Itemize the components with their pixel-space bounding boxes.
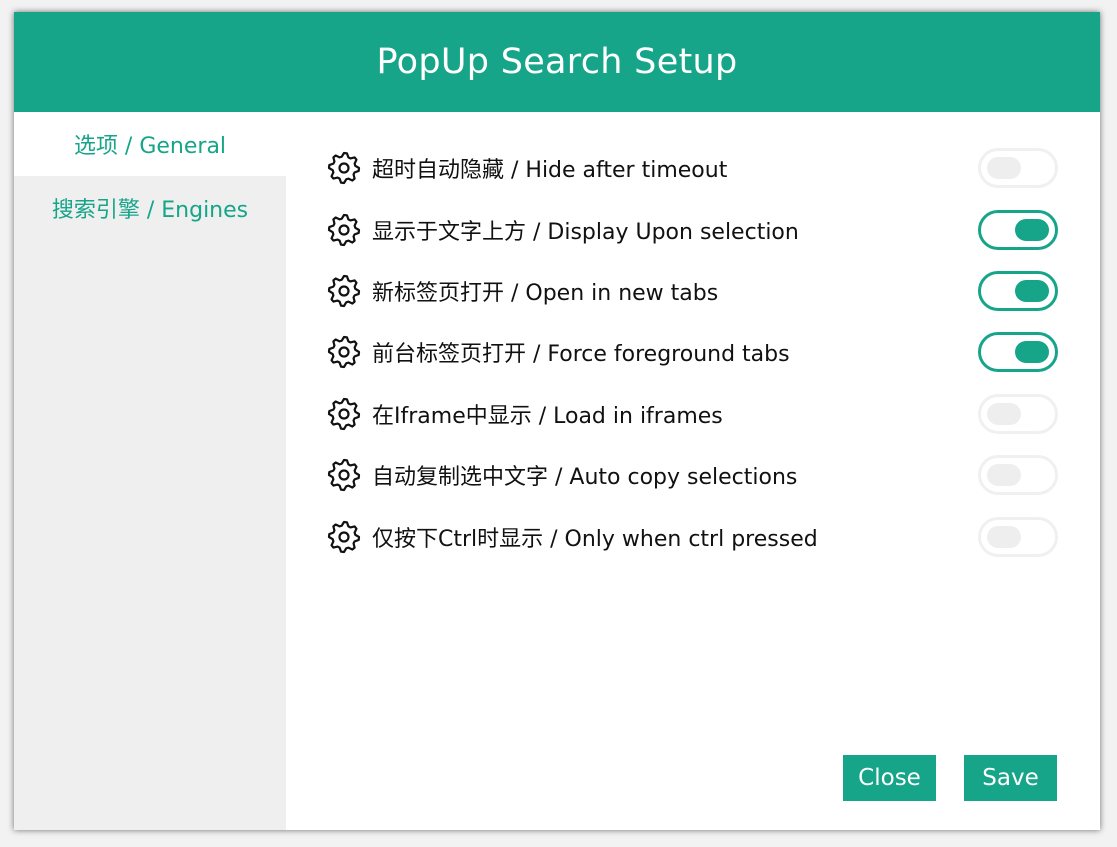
option-label: 在Iframe中显示 / Load in iframes (372, 404, 723, 429)
option-row-hide-after-timeout: 超时自动隐藏 / Hide after timeout (326, 146, 1058, 190)
gear-icon (326, 334, 362, 370)
sidebar-item-engines[interactable]: 搜索引擎 / Engines (14, 176, 286, 240)
toggle-hide-after-timeout[interactable] (978, 148, 1058, 188)
option-label: 仅按下Ctrl时显示 / Only when ctrl pressed (372, 527, 818, 552)
gear-icon (326, 150, 362, 186)
gear-icon (326, 273, 362, 309)
toggle-knob (1015, 219, 1049, 241)
option-row-force-foreground-tabs: 前台标签页打开 / Force foreground tabs (326, 330, 1058, 374)
toggle-knob (1015, 280, 1049, 302)
toggle-open-in-new-tabs[interactable] (978, 271, 1058, 311)
options-panel: 超时自动隐藏 / Hide after timeout 显示于文字上方 / Di… (286, 112, 1100, 830)
toggle-knob (987, 403, 1021, 425)
option-label: 超时自动隐藏 / Hide after timeout (372, 158, 728, 183)
toggle-knob (987, 464, 1021, 486)
gear-icon (326, 457, 362, 493)
gear-icon (326, 396, 362, 432)
save-button[interactable]: Save (964, 755, 1057, 801)
setup-dialog: PopUp Search Setup 选项 / General 搜索引擎 / E… (14, 12, 1100, 830)
option-label: 自动复制选中文字 / Auto copy selections (372, 465, 798, 490)
toggle-auto-copy-selections[interactable] (978, 455, 1058, 495)
sidebar-item-label: 选项 / General (73, 134, 227, 159)
toggle-load-in-iframes[interactable] (978, 394, 1058, 434)
dialog-header: PopUp Search Setup (14, 12, 1100, 112)
option-label: 新标签页打开 / Open in new tabs (372, 281, 719, 306)
option-row-auto-copy-selections: 自动复制选中文字 / Auto copy selections (326, 453, 1058, 497)
sidebar-item-general[interactable]: 选项 / General (14, 112, 286, 176)
close-button[interactable]: Close (843, 755, 936, 801)
option-row-display-upon-selection: 显示于文字上方 / Display Upon selection (326, 208, 1058, 252)
option-row-open-in-new-tabs: 新标签页打开 / Open in new tabs (326, 269, 1058, 313)
toggle-only-when-ctrl-pressed[interactable] (978, 517, 1058, 557)
gear-icon (326, 212, 362, 248)
toggle-knob (987, 157, 1021, 179)
sidebar-item-label: 搜索引擎 / Engines (51, 198, 249, 223)
dialog-title: PopUp Search Setup (376, 42, 738, 82)
toggle-knob (987, 526, 1021, 548)
toggle-knob (1015, 341, 1049, 363)
toggle-force-foreground-tabs[interactable] (978, 332, 1058, 372)
option-label: 前台标签页打开 / Force foreground tabs (372, 342, 790, 367)
option-row-load-in-iframes: 在Iframe中显示 / Load in iframes (326, 392, 1058, 436)
option-label: 显示于文字上方 / Display Upon selection (372, 220, 799, 245)
sidebar: 选项 / General 搜索引擎 / Engines (14, 112, 286, 830)
toggle-display-upon-selection[interactable] (978, 210, 1058, 250)
option-row-only-when-ctrl-pressed: 仅按下Ctrl时显示 / Only when ctrl pressed (326, 515, 1058, 559)
gear-icon (326, 519, 362, 555)
